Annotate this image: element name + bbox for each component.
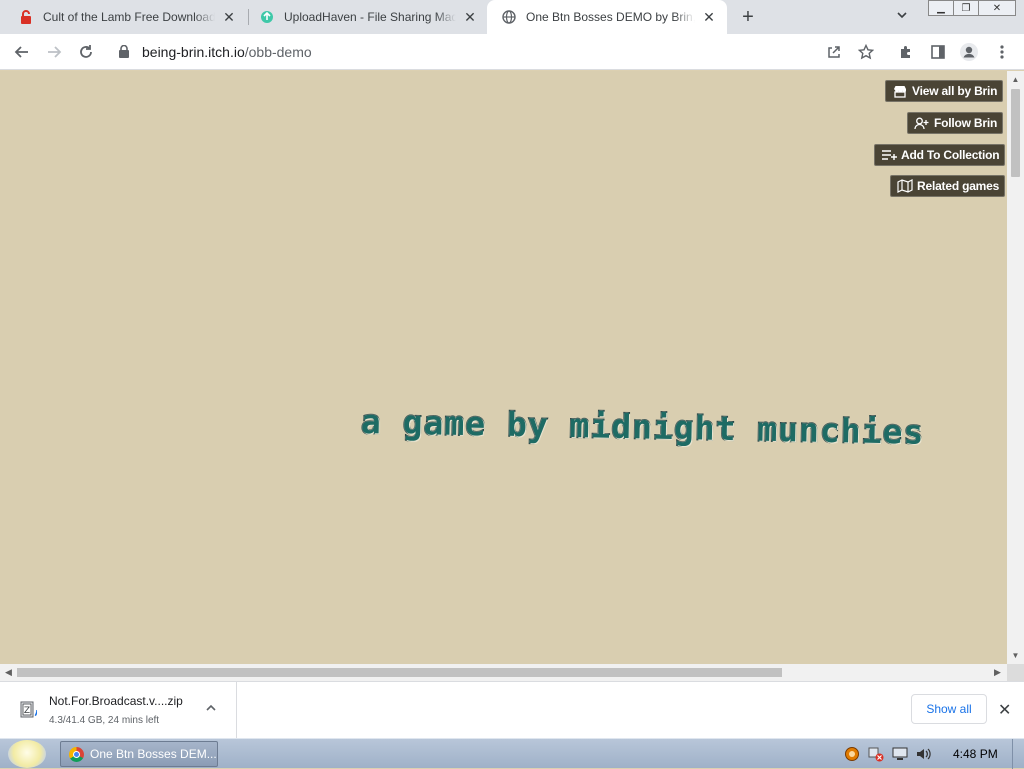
show-desktop-button[interactable]	[1012, 739, 1024, 769]
back-arrow-icon[interactable]	[11, 41, 33, 63]
new-tab-icon[interactable]: +	[737, 6, 759, 28]
tab-title: UploadHaven - File Sharing Made	[284, 10, 456, 24]
url-host: being-brin.itch.io	[142, 44, 245, 60]
follow-label: Follow Brin	[934, 116, 998, 130]
tray-app-icon[interactable]	[844, 746, 860, 762]
related-games-label: Related games	[917, 179, 1000, 193]
close-download-bar-icon[interactable]: ✕	[998, 700, 1011, 720]
windows-taskbar: One Btn Bosses DEM... 4:48 PM	[0, 738, 1024, 769]
chevron-up-icon[interactable]	[205, 702, 217, 717]
add-to-collection-button[interactable]: Add To Collection	[874, 144, 1006, 166]
scroll-left-icon[interactable]: ◀	[5, 667, 12, 678]
game-credit-text: a game by midnight munchies	[360, 401, 926, 453]
monitor-icon[interactable]	[892, 746, 908, 762]
zip-file-icon: Z	[16, 699, 38, 721]
forward-arrow-icon[interactable]	[43, 41, 65, 63]
tab-search-chevron-icon[interactable]	[896, 9, 912, 25]
tab-one-btn-bosses[interactable]: One Btn Bosses DEMO by Brin, F ✕	[487, 0, 727, 34]
horizontal-scroll-thumb[interactable]	[17, 668, 782, 677]
svg-text:Z: Z	[24, 706, 30, 716]
download-status: 4.3/41.4 GB, 24 mins left	[49, 715, 160, 726]
view-all-label: View all by Brin	[912, 84, 998, 98]
chrome-icon	[69, 746, 84, 762]
tab-cult-of-the-lamb[interactable]: Cult of the Lamb Free Download ✕	[4, 0, 247, 34]
red-lock-favicon-icon	[18, 9, 34, 25]
tab-title: Cult of the Lamb Free Download	[43, 10, 215, 24]
bookmark-star-icon[interactable]	[855, 41, 877, 63]
follow-brin-button[interactable]: Follow Brin	[907, 112, 1004, 134]
globe-icon	[501, 9, 517, 25]
close-icon[interactable]: ✕	[221, 9, 237, 25]
reload-icon[interactable]	[75, 41, 97, 63]
scrollbar-corner	[1007, 664, 1024, 681]
view-all-by-brin-button[interactable]: View all by Brin	[885, 80, 1004, 102]
download-bar: Z Not.For.Broadcast.v....zip 4.3/41.4 GB…	[0, 681, 1024, 738]
horizontal-scrollbar[interactable]: ◀ ▶	[0, 664, 1007, 681]
kebab-menu-icon[interactable]	[991, 41, 1013, 63]
download-item[interactable]: Z Not.For.Broadcast.v....zip 4.3/41.4 GB…	[0, 682, 237, 738]
game-page: View all by Brin Follow Brin Add To Coll…	[0, 71, 1007, 664]
related-games-button[interactable]: Related games	[890, 175, 1006, 197]
scroll-up-icon[interactable]: ▲	[1011, 75, 1020, 84]
minimize-icon[interactable]: ▁	[928, 0, 954, 16]
browser-toolbar: being-brin.itch.io/obb-demo	[0, 34, 1024, 70]
uploadhaven-favicon-icon	[259, 9, 275, 25]
window-close-icon[interactable]: ✕	[978, 0, 1016, 16]
tab-uploadhaven[interactable]: UploadHaven - File Sharing Made ✕	[245, 0, 488, 34]
add-user-icon	[914, 116, 930, 130]
download-filename: Not.For.Broadcast.v....zip	[49, 694, 183, 708]
map-icon	[897, 179, 913, 193]
address-bar[interactable]: being-brin.itch.io/obb-demo	[142, 44, 312, 60]
volume-icon[interactable]	[915, 746, 931, 762]
side-panel-icon[interactable]	[927, 41, 949, 63]
scroll-down-icon[interactable]: ▼	[1011, 651, 1020, 660]
taskbar-window-title: One Btn Bosses DEM...	[90, 747, 217, 761]
close-icon[interactable]: ✕	[462, 9, 478, 25]
restore-icon[interactable]: ❐	[953, 0, 979, 16]
add-collection-label: Add To Collection	[901, 148, 1000, 162]
url-path: /obb-demo	[244, 44, 312, 60]
lock-icon[interactable]	[119, 44, 129, 58]
vertical-scrollbar[interactable]: ▲ ▼	[1007, 71, 1024, 664]
store-icon	[892, 84, 908, 98]
show-all-button[interactable]: Show all	[911, 694, 987, 724]
scroll-right-icon[interactable]: ▶	[994, 667, 1001, 678]
taskbar-chrome-window[interactable]: One Btn Bosses DEM...	[60, 741, 218, 767]
vertical-scroll-thumb[interactable]	[1011, 89, 1020, 177]
extensions-puzzle-icon[interactable]	[895, 41, 917, 63]
start-button[interactable]	[8, 740, 46, 768]
tab-strip: Cult of the Lamb Free Download ✕ UploadH…	[0, 0, 1024, 34]
tab-title: One Btn Bosses DEMO by Brin, F	[526, 10, 695, 24]
share-icon[interactable]	[823, 41, 845, 63]
network-error-icon[interactable]	[868, 746, 884, 762]
taskbar-clock[interactable]: 4:48 PM	[953, 747, 998, 761]
close-icon[interactable]: ✕	[701, 9, 717, 25]
profile-avatar-icon[interactable]	[958, 41, 980, 63]
playlist-add-icon	[881, 148, 897, 162]
